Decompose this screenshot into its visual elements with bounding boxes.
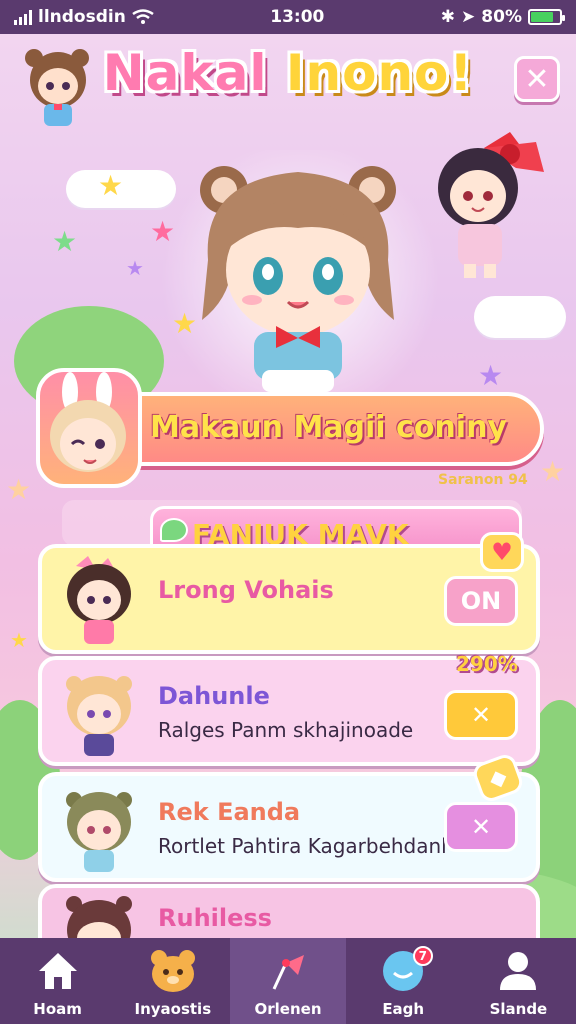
nav-item-inventory[interactable]: Inyaostis	[115, 938, 230, 1024]
dismiss-button[interactable]: ✕	[444, 690, 518, 740]
location-icon: ➤	[461, 7, 476, 27]
nav-item-profile[interactable]: Slande	[461, 938, 576, 1024]
list-item[interactable]: Lrong Vohais ON	[38, 544, 540, 654]
hero-character	[200, 166, 396, 392]
list-item-description: Rortlet Pahtira Kagarbehdanl	[158, 834, 447, 858]
star-decoration: ★	[150, 215, 176, 248]
list-item-name: Rek Eanda	[158, 798, 301, 826]
list-item[interactable]: Rek Eanda Rortlet Pahtira Kagarbehdanl ✕	[38, 772, 540, 882]
toggle-on-button[interactable]: ON	[444, 576, 518, 626]
star-decoration: ★	[126, 256, 144, 280]
carrier-label: llndosdin	[38, 7, 126, 27]
star-decoration: ★	[478, 359, 504, 392]
clock: 13:00	[270, 7, 325, 27]
leaf-icon	[160, 518, 188, 542]
cloud-decoration	[474, 296, 566, 338]
list-item-description: Ralges Panm skhajinoade	[158, 718, 414, 742]
close-icon: ✕	[524, 61, 550, 97]
side-character	[438, 132, 544, 278]
character-avatar	[67, 556, 131, 644]
nav-item-orders[interactable]: Orlenen	[230, 938, 346, 1024]
status-bar: llndosdin 13:00 ✱ ➤ 80%	[0, 0, 576, 34]
bottom-nav: Hoam Inyaostis Orlenen Eagh 7 Slande	[0, 938, 576, 1024]
bear-icon	[148, 946, 198, 996]
star-decoration: ★	[540, 455, 566, 488]
dismiss-button[interactable]: ✕	[444, 802, 518, 852]
battery-icon	[528, 9, 565, 25]
character-avatar	[66, 792, 132, 872]
close-button[interactable]: ✕	[514, 56, 560, 102]
battery-percent: 80%	[481, 7, 522, 27]
star-decoration: ★	[6, 473, 32, 506]
percent-badge: 290%	[456, 652, 518, 676]
heart-icon: ♥	[480, 532, 524, 572]
star-decoration: ★	[10, 628, 28, 652]
title-part-1: Nakal	[102, 44, 286, 102]
banner-title: Makaun Magii coniny	[150, 410, 507, 445]
list-item-name: Ruhiless	[158, 904, 272, 932]
list-item-name: Dahunle	[158, 682, 270, 710]
signal-icon	[14, 9, 32, 25]
person-icon	[493, 946, 543, 996]
banner-subtext: Saranon 94	[438, 472, 528, 488]
nav-item-home[interactable]: Hoam	[0, 938, 115, 1024]
home-icon	[33, 946, 83, 996]
character-avatar	[66, 676, 132, 756]
page-title: Nakal Inono!	[0, 44, 576, 102]
list-item-name: Lrong Vohais	[158, 576, 334, 604]
wifi-icon	[132, 9, 154, 24]
bluetooth-icon: ✱	[440, 7, 456, 27]
notification-badge: 7	[412, 946, 433, 966]
star-decoration: ★	[52, 225, 78, 258]
nav-item-chat[interactable]: Eagh 7	[346, 938, 461, 1024]
flag-icon	[263, 946, 313, 996]
banner-avatar	[36, 368, 142, 488]
title-part-2: Inono!	[285, 44, 474, 102]
star-decoration: ★	[98, 169, 124, 202]
